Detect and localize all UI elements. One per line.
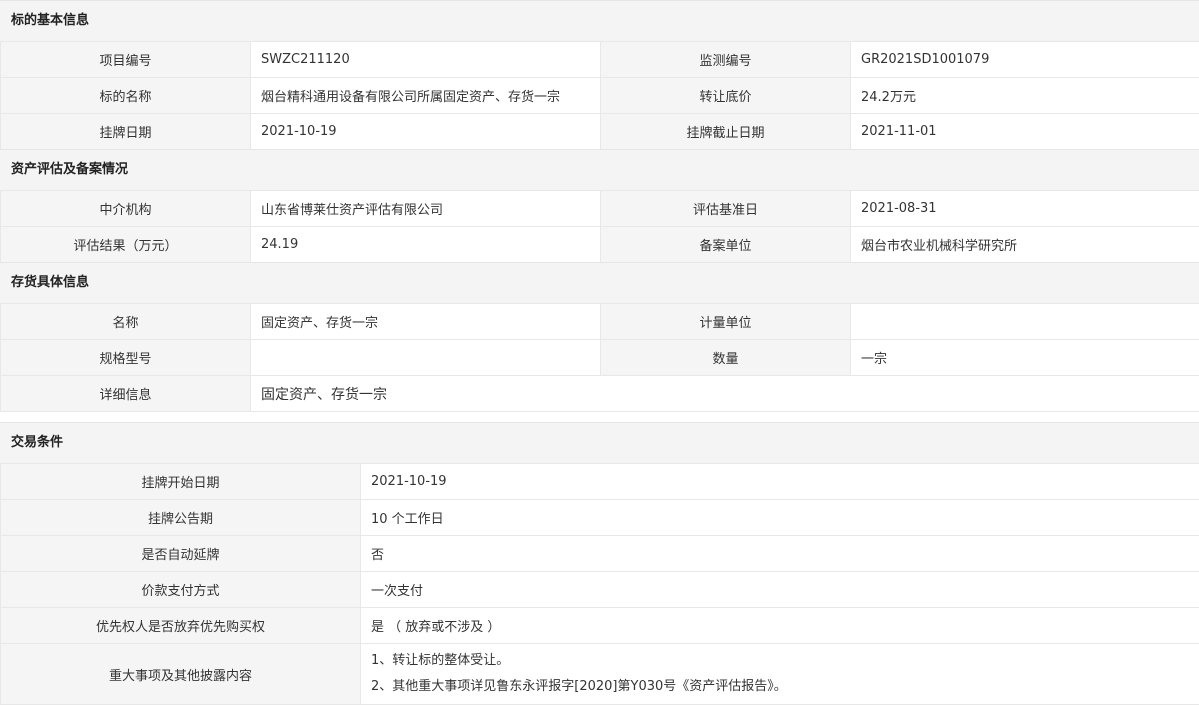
- label-detail: 详细信息: [0, 375, 251, 412]
- value-filing-unit: 烟台市农业机械科学研究所: [850, 226, 1199, 263]
- table-row: 挂牌开始日期 2021-10-19: [0, 463, 1199, 500]
- disclosure-line: 2、其他重大事项详见鲁东永评报字[2020]第Y030号《资产评估报告》。: [371, 679, 787, 694]
- table-row: 名称 固定资产、存货一宗 计量单位: [0, 303, 1199, 340]
- table-row: 评估结果（万元） 24.19 备案单位 烟台市农业机械科学研究所: [0, 226, 1199, 263]
- table-row: 是否自动延牌 否: [0, 535, 1199, 572]
- inventory-table: 名称 固定资产、存货一宗 计量单位 规格型号 数量 一宗 详细信息 固定资产、存…: [0, 303, 1199, 412]
- label-filing-unit: 备案单位: [600, 226, 851, 263]
- value-target-name: 烟台精科通用设备有限公司所属固定资产、存货一宗: [250, 77, 601, 114]
- table-row: 项目编号 SWZC211120 监测编号 GR2021SD1001079: [0, 41, 1199, 78]
- value-notice-period: 10 个工作日: [360, 499, 1199, 536]
- value-start-date: 2021-10-19: [360, 463, 1199, 500]
- value-unit: [850, 303, 1199, 340]
- label-item-name: 名称: [0, 303, 251, 340]
- value-item-name: 固定资产、存货一宗: [250, 303, 601, 340]
- table-row: 详细信息 固定资产、存货一宗: [0, 375, 1199, 412]
- value-payment-method: 一次支付: [360, 571, 1199, 608]
- label-spec: 规格型号: [0, 339, 251, 376]
- basic-info-table: 项目编号 SWZC211120 监测编号 GR2021SD1001079 标的名…: [0, 41, 1199, 150]
- label-notice-period: 挂牌公告期: [0, 499, 361, 536]
- label-payment-method: 价款支付方式: [0, 571, 361, 608]
- label-auto-extend: 是否自动延牌: [0, 535, 361, 572]
- label-reserve-price: 转让底价: [600, 77, 851, 114]
- label-appraisal-result: 评估结果（万元）: [0, 226, 251, 263]
- label-project-no: 项目编号: [0, 41, 251, 78]
- value-quantity: 一宗: [850, 339, 1199, 376]
- value-appraisal-result: 24.19: [250, 226, 601, 263]
- label-unit: 计量单位: [600, 303, 851, 340]
- appraisal-table: 中介机构 山东省博莱仕资产评估有限公司 评估基准日 2021-08-31 评估结…: [0, 190, 1199, 263]
- label-agency: 中介机构: [0, 190, 251, 227]
- table-row: 优先权人是否放弃优先购买权 是 （ 放弃或不涉及 ）: [0, 607, 1199, 644]
- value-monitor-no: GR2021SD1001079: [850, 41, 1199, 78]
- table-row: 挂牌公告期 10 个工作日: [0, 499, 1199, 536]
- table-row: 规格型号 数量 一宗: [0, 339, 1199, 376]
- section-title-trade: 交易条件: [0, 422, 1199, 464]
- label-monitor-no: 监测编号: [600, 41, 851, 78]
- value-project-no: SWZC211120: [250, 41, 601, 78]
- trade-table: 挂牌开始日期 2021-10-19 挂牌公告期 10 个工作日 是否自动延牌 否…: [0, 463, 1199, 705]
- label-quantity: 数量: [600, 339, 851, 376]
- section-title-basic: 标的基本信息: [0, 0, 1199, 42]
- value-listing-date: 2021-10-19: [250, 113, 601, 150]
- table-row: 重大事项及其他披露内容 1、转让标的整体受让。 2、其他重大事项详见鲁东永评报字…: [0, 643, 1199, 705]
- disclosure-line: 1、转让标的整体受让。: [371, 653, 510, 668]
- table-row: 价款支付方式 一次支付: [0, 571, 1199, 608]
- value-reserve-price: 24.2万元: [850, 77, 1199, 114]
- section-title-inventory: 存货具体信息: [0, 262, 1199, 304]
- label-start-date: 挂牌开始日期: [0, 463, 361, 500]
- value-agency: 山东省博莱仕资产评估有限公司: [250, 190, 601, 227]
- value-detail: 固定资产、存货一宗: [250, 375, 1199, 412]
- value-auto-extend: 否: [360, 535, 1199, 572]
- label-target-name: 标的名称: [0, 77, 251, 114]
- label-disclosure: 重大事项及其他披露内容: [0, 643, 361, 705]
- label-base-date: 评估基准日: [600, 190, 851, 227]
- value-base-date: 2021-08-31: [850, 190, 1199, 227]
- value-disclosure: 1、转让标的整体受让。 2、其他重大事项详见鲁东永评报字[2020]第Y030号…: [360, 643, 1199, 705]
- value-listing-end-date: 2021-11-01: [850, 113, 1199, 150]
- section-title-appraisal: 资产评估及备案情况: [0, 149, 1199, 191]
- label-listing-date: 挂牌日期: [0, 113, 251, 150]
- label-listing-end-date: 挂牌截止日期: [600, 113, 851, 150]
- table-row: 标的名称 烟台精科通用设备有限公司所属固定资产、存货一宗 转让底价 24.2万元: [0, 77, 1199, 114]
- table-row: 挂牌日期 2021-10-19 挂牌截止日期 2021-11-01: [0, 113, 1199, 150]
- label-preemptive-right: 优先权人是否放弃优先购买权: [0, 607, 361, 644]
- value-spec: [250, 339, 601, 376]
- value-preemptive-right: 是 （ 放弃或不涉及 ）: [360, 607, 1199, 644]
- table-row: 中介机构 山东省博莱仕资产评估有限公司 评估基准日 2021-08-31: [0, 190, 1199, 227]
